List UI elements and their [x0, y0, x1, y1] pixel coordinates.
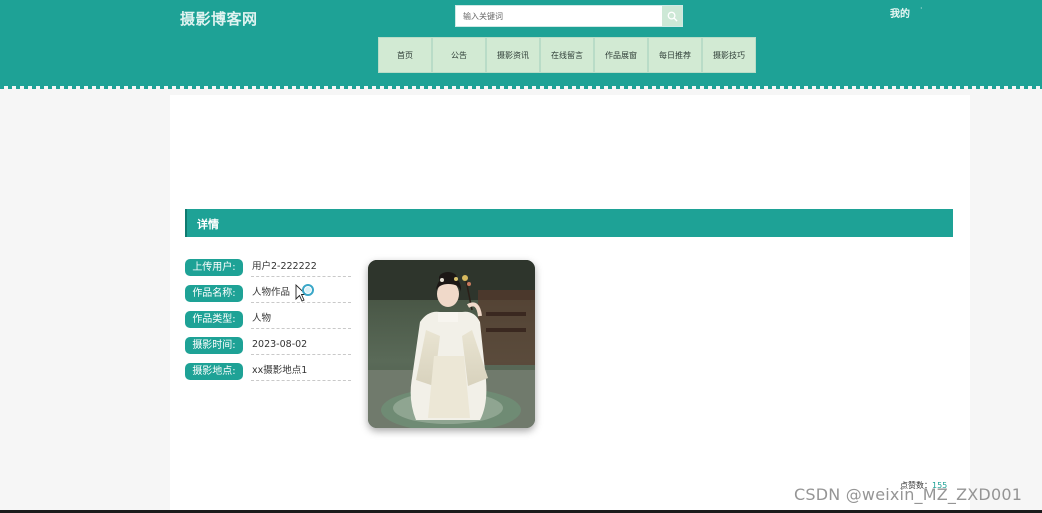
- nav-item-home[interactable]: 首页: [378, 37, 432, 73]
- watermark-text: CSDN @weixin_MZ_ZXD001: [794, 485, 1023, 504]
- main-content: 详情 上传用户: 用户2-222222 作品名称: 人物作品 作品类型: 人物 …: [170, 95, 970, 513]
- info-label: 摄影时间:: [185, 337, 243, 354]
- detail-header: 详情: [185, 209, 953, 237]
- search-button[interactable]: [662, 6, 682, 26]
- info-value: 用户2-222222: [251, 259, 351, 277]
- info-label: 作品类型:: [185, 311, 243, 328]
- info-value: 2023-08-02: [251, 337, 351, 355]
- portrait-photo: [368, 260, 535, 428]
- search-input[interactable]: [456, 6, 663, 26]
- detail-title: 详情: [197, 218, 219, 231]
- nav-item-gallery[interactable]: 作品展窗: [594, 37, 648, 73]
- nav-item-notice[interactable]: 公告: [432, 37, 486, 73]
- site-title[interactable]: 摄影博客网: [180, 8, 258, 29]
- nav-item-messages[interactable]: 在线留言: [540, 37, 594, 73]
- main-nav: 首页 公告 摄影资讯 在线留言 作品展窗 每日推荐 摄影技巧: [378, 37, 756, 73]
- site-header: 摄影博客网 我的 · 首页 公告 摄影资讯 在线留言 作品展窗 每日推荐 摄影技…: [0, 0, 1042, 89]
- magnifier-cursor-icon: [295, 283, 317, 309]
- nav-item-daily[interactable]: 每日推荐: [648, 37, 702, 73]
- nav-item-news[interactable]: 摄影资讯: [486, 37, 540, 73]
- info-label: 摄影地点:: [185, 363, 243, 380]
- search-box: [455, 5, 683, 27]
- user-menu[interactable]: 我的: [890, 5, 910, 20]
- search-icon: [667, 11, 678, 22]
- photo-image[interactable]: [368, 260, 535, 428]
- info-value: 人物: [251, 311, 351, 329]
- info-label: 作品名称:: [185, 285, 243, 302]
- info-label: 上传用户:: [185, 259, 243, 276]
- nav-item-tips[interactable]: 摄影技巧: [702, 37, 756, 73]
- dropdown-icon[interactable]: ·: [920, 4, 923, 13]
- info-value: xx摄影地点1: [251, 363, 351, 381]
